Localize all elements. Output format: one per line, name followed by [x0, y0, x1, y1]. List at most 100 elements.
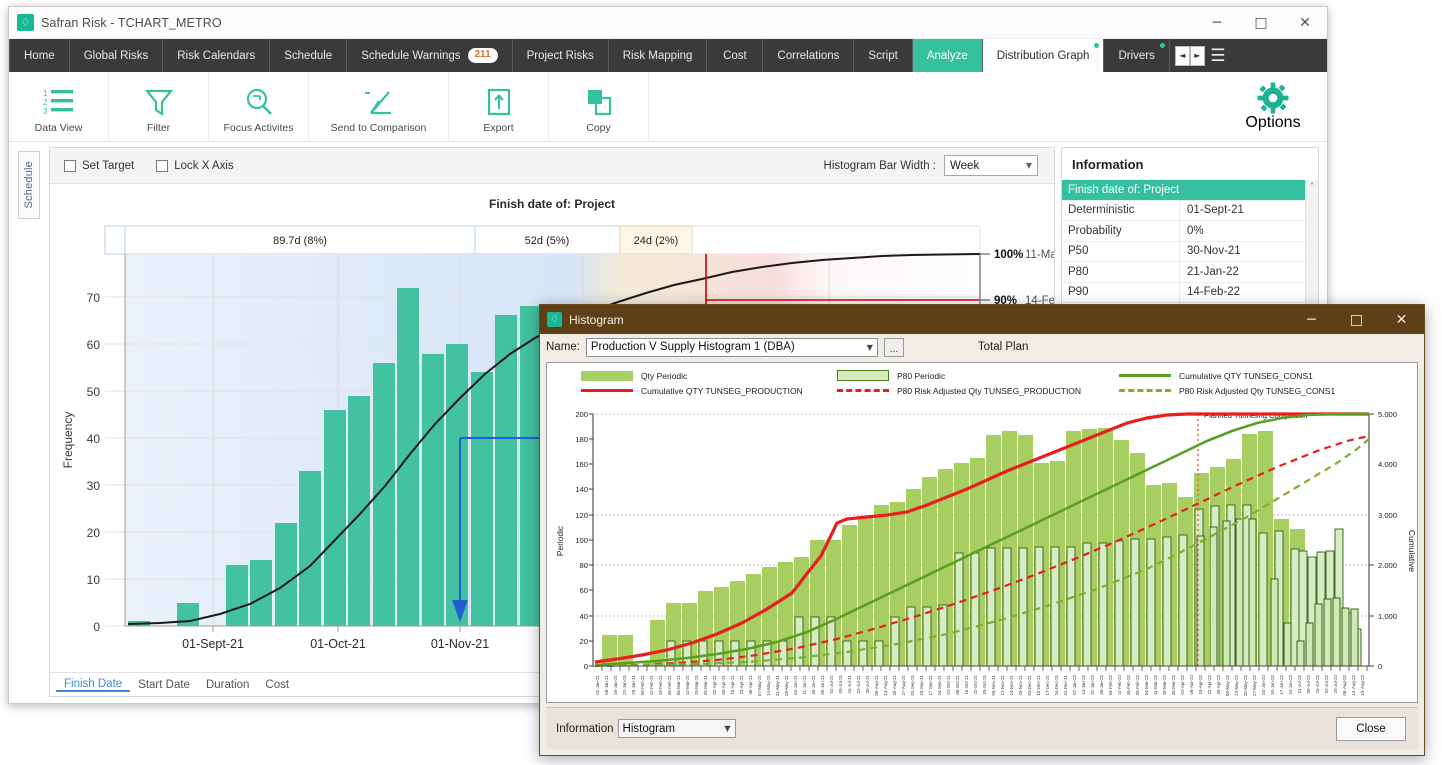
tab-schedule-warnings[interactable]: Schedule Warnings 211 — [347, 39, 512, 72]
chevron-right-icon[interactable]: ► — [1190, 46, 1205, 66]
filter-button[interactable]: Filter — [109, 72, 209, 141]
tab-distribution-graph[interactable]: Distribution Graph — [983, 39, 1105, 72]
tab-global-risks[interactable]: Global Risks — [70, 39, 164, 72]
set-target-label: Set Target — [82, 160, 134, 172]
tab-schedule[interactable]: Schedule — [270, 39, 347, 72]
options-button[interactable]: Options — [1233, 72, 1313, 142]
hamburger-menu-icon[interactable]: ☰ — [1205, 39, 1231, 72]
footer-information-value: Histogram — [623, 723, 675, 735]
information-heading: Information — [1062, 148, 1318, 180]
legend-item-qty-periodic[interactable]: Qty Periodic — [581, 368, 803, 383]
histogram-name-select[interactable]: Production V Supply Histogram 1 (DBA) ▼ — [586, 338, 878, 357]
svg-text:05-Feb-21: 05-Feb-21 — [640, 674, 645, 695]
svg-text:01-Jan-21: 01-Jan-21 — [595, 674, 600, 694]
tab-home[interactable]: Home — [9, 39, 70, 72]
tab-finish-date[interactable]: Finish Date — [56, 678, 130, 692]
chevron-left-icon[interactable]: ◄ — [1175, 46, 1190, 66]
maximize-icon[interactable]: □ — [1239, 7, 1283, 39]
histogram-name-bar: Name: Production V Supply Histogram 1 (D… — [540, 334, 1424, 360]
y-tick-100: 100 — [575, 536, 588, 545]
y2-tick-3000: 3.000 — [1378, 511, 1397, 520]
focus-activites-button[interactable]: Focus Activites — [209, 72, 309, 141]
chevron-up-icon[interactable]: ˄ — [1306, 180, 1318, 191]
histogram-name-value: Production V Supply Histogram 1 (DBA) — [591, 341, 795, 353]
send-to-comparison-label: Send to Comparison — [331, 122, 427, 134]
svg-text:03-Sep-21: 03-Sep-21 — [910, 674, 915, 695]
set-target-checkbox-box[interactable] — [64, 160, 76, 172]
svg-text:23-Apr-21: 23-Apr-21 — [739, 674, 744, 694]
tab-risk-mapping-label: Risk Mapping — [623, 50, 693, 62]
footer-information-select[interactable]: Histogram ▼ — [618, 719, 736, 738]
svg-text:20: 20 — [87, 526, 101, 540]
svg-text:22-Oct-21: 22-Oct-21 — [973, 674, 978, 694]
histogram-plot-svg: 200 180 160 140 120 100 80 60 40 20 0 — [547, 401, 1419, 719]
minimize-icon[interactable]: ─ — [1195, 7, 1239, 39]
tab-project-risks[interactable]: Project Risks — [513, 39, 609, 72]
histogram-dialog: ♢ Histogram ─ □ ✕ Name: Production V Sup… — [539, 304, 1425, 756]
information-scrollbar[interactable]: ˄ — [1305, 180, 1318, 324]
y2-tick-1000: 1.000 — [1378, 612, 1397, 621]
svg-text:40: 40 — [87, 432, 101, 446]
legend-line-p80-risk-adjusted-production — [837, 389, 889, 392]
histogram-chart-container: Qty Periodic Cumulative QTY TUNSEG_PRODU… — [546, 362, 1418, 703]
set-target-checkbox[interactable]: Set Target — [64, 160, 134, 172]
svg-text:18-Feb-22: 18-Feb-22 — [1126, 674, 1131, 695]
row-value: 14-Feb-22 — [1180, 286, 1240, 298]
y-tick-0: 0 — [584, 662, 588, 671]
tab-analyze[interactable]: Analyze — [913, 39, 983, 72]
sidebar-item-schedule[interactable]: Schedule — [18, 151, 40, 219]
options-label: Options — [1245, 114, 1300, 132]
legend-item-p80-risk-adjusted-cons1[interactable]: P80 Risk Adjusted Qty TUNSEG_CONS1 — [1119, 383, 1335, 398]
svg-text:17-Sep-21: 17-Sep-21 — [928, 674, 933, 695]
tab-correlations[interactable]: Correlations — [763, 39, 854, 72]
svg-text:11-Jun-21: 11-Jun-21 — [802, 674, 807, 694]
tab-duration[interactable]: Duration — [198, 679, 257, 691]
table-row: Probability 0% — [1062, 221, 1318, 242]
svg-text:06-Aug-21: 06-Aug-21 — [874, 674, 879, 695]
legend-item-p80-periodic[interactable]: P80 Periodic — [837, 368, 1081, 383]
export-button[interactable]: Export — [449, 72, 549, 141]
lock-x-axis-checkbox-box[interactable] — [156, 160, 168, 172]
maximize-icon[interactable]: □ — [1334, 305, 1379, 334]
tab-drivers[interactable]: Drivers — [1104, 39, 1169, 72]
close-icon[interactable]: ✕ — [1283, 7, 1327, 39]
send-to-comparison-button[interactable]: Send to Comparison — [309, 72, 449, 141]
close-button[interactable]: Close — [1336, 717, 1406, 741]
legend-item-cumulative-qty-production[interactable]: Cumulative QTY TUNSEG_PRODUCTION — [581, 383, 803, 398]
svg-text:1: 1 — [43, 89, 48, 98]
svg-text:03-Jun-22: 03-Jun-22 — [1261, 674, 1266, 694]
histogram-bar-width-select[interactable]: Week ▼ — [944, 155, 1038, 176]
window-title: Safran Risk - TCHART_METRO — [41, 16, 222, 30]
tab-script-label: Script — [868, 50, 897, 62]
information-section-header[interactable]: Finish date of: Project — [1062, 180, 1318, 201]
histogram-browse-button[interactable]: ... — [884, 338, 904, 357]
chevron-down-icon: ▼ — [867, 343, 873, 352]
magnifier-refresh-icon — [244, 84, 274, 120]
svg-text:14-May-21: 14-May-21 — [766, 674, 771, 696]
svg-text:30: 30 — [87, 479, 101, 493]
svg-text:29-Jan-21: 29-Jan-21 — [631, 674, 636, 694]
tab-risk-mapping[interactable]: Risk Mapping — [609, 39, 708, 72]
tab-script[interactable]: Script — [854, 39, 912, 72]
data-view-button[interactable]: 1 2 3 Data View — [9, 72, 109, 141]
svg-text:18-Mar-22: 18-Mar-22 — [1162, 674, 1167, 695]
close-icon[interactable]: ✕ — [1379, 305, 1424, 334]
svg-text:25-Mar-22: 25-Mar-22 — [1171, 674, 1176, 695]
svg-text:15-Jan-21: 15-Jan-21 — [613, 674, 618, 694]
tab-risk-calendars[interactable]: Risk Calendars — [163, 39, 270, 72]
y2-tick-0: 0 — [1378, 662, 1382, 671]
tab-start-date[interactable]: Start Date — [130, 679, 198, 691]
legend-item-p80-risk-adjusted-production[interactable]: P80 Risk Adjusted Qty TUNSEG_PRODUCTION — [837, 383, 1081, 398]
x-tick-1: 01-Oct-21 — [310, 637, 366, 651]
svg-text:17-Jun-22: 17-Jun-22 — [1279, 674, 1284, 694]
tab-cost[interactable]: Cost — [257, 679, 297, 691]
lock-x-axis-checkbox[interactable]: Lock X Axis — [156, 160, 233, 172]
minimize-icon[interactable]: ─ — [1289, 305, 1334, 334]
tab-cost[interactable]: Cost — [707, 39, 763, 72]
tab-risk-calendars-label: Risk Calendars — [177, 50, 255, 62]
svg-text:13-Aug-21: 13-Aug-21 — [883, 674, 888, 695]
export-up-arrow-icon — [486, 84, 512, 120]
copy-button[interactable]: Copy — [549, 72, 649, 141]
legend-item-cumulative-qty-cons1[interactable]: Cumulative QTY TUNSEG_CONS1 — [1119, 368, 1335, 383]
funnel-icon — [144, 84, 174, 120]
